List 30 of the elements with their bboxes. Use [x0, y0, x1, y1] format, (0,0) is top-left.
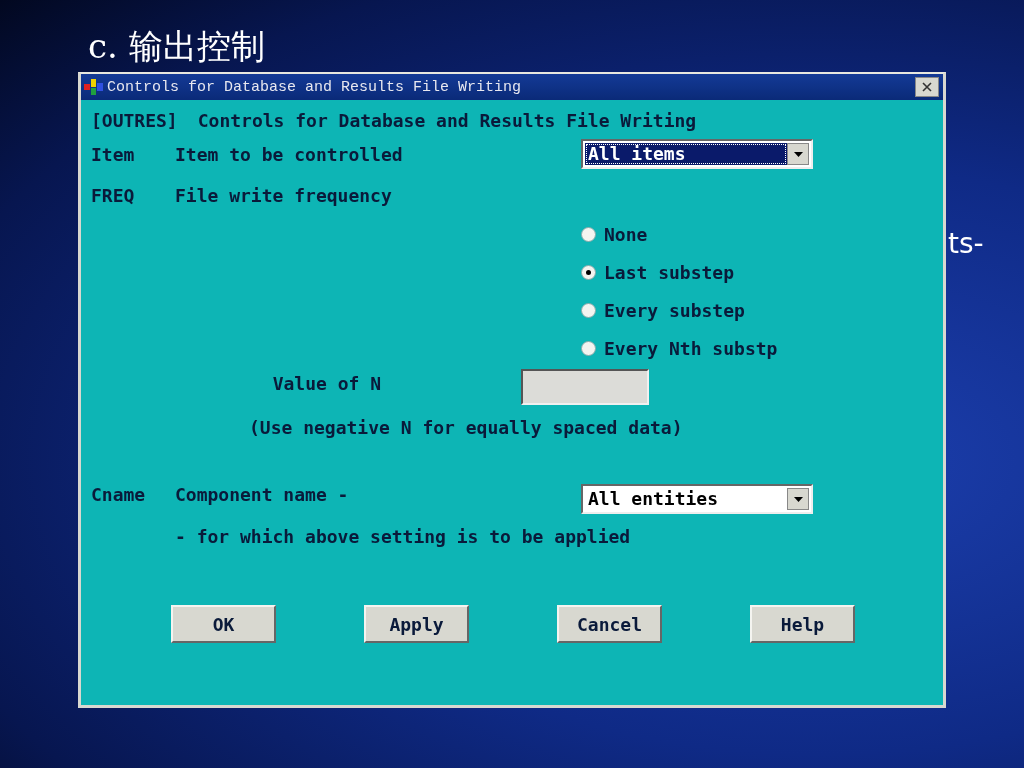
- window-title: Controls for Database and Results File Writing: [107, 78, 523, 96]
- item-dropdown[interactable]: All items: [581, 139, 813, 169]
- app-icon: [83, 78, 105, 96]
- slide-text-fragment: ts-: [947, 227, 984, 260]
- radio-option[interactable]: Every Nth substp: [581, 338, 778, 359]
- field-code: FREQ: [91, 185, 136, 206]
- component-dropdown[interactable]: All entities: [581, 484, 813, 514]
- close-icon: [922, 82, 932, 92]
- dialog-button[interactable]: Help: [750, 605, 855, 643]
- field-label: Value of N: [272, 373, 381, 394]
- radio-option[interactable]: Every substep: [581, 300, 745, 321]
- radio-option[interactable]: Last substep: [581, 262, 735, 283]
- dialog-button[interactable]: Cancel: [557, 605, 662, 643]
- field-label: Item to be controlled: [175, 143, 404, 165]
- close-button[interactable]: [915, 77, 939, 97]
- caret-icon: [793, 496, 803, 502]
- slide-title: c. 输出控制: [87, 25, 265, 68]
- dialog-button[interactable]: Apply: [364, 605, 469, 643]
- hint-text: (Use negative N for equally spaced data): [249, 417, 684, 438]
- field-label: Component name -: [175, 484, 350, 505]
- field-code: Item: [91, 143, 136, 165]
- radio-option[interactable]: None: [581, 224, 648, 245]
- dialog-button[interactable]: OK: [171, 605, 276, 643]
- field-label: File write frequency: [175, 185, 393, 206]
- dialog-heading: Controls for Database and Results File Writing: [197, 110, 697, 131]
- command-code: [OUTRES]: [91, 110, 178, 131]
- input-field[interactable]: [521, 369, 649, 405]
- caret-icon: [793, 151, 803, 157]
- field-code: Cname: [91, 484, 147, 505]
- hint-text: - for which above setting is to be applied: [175, 526, 632, 547]
